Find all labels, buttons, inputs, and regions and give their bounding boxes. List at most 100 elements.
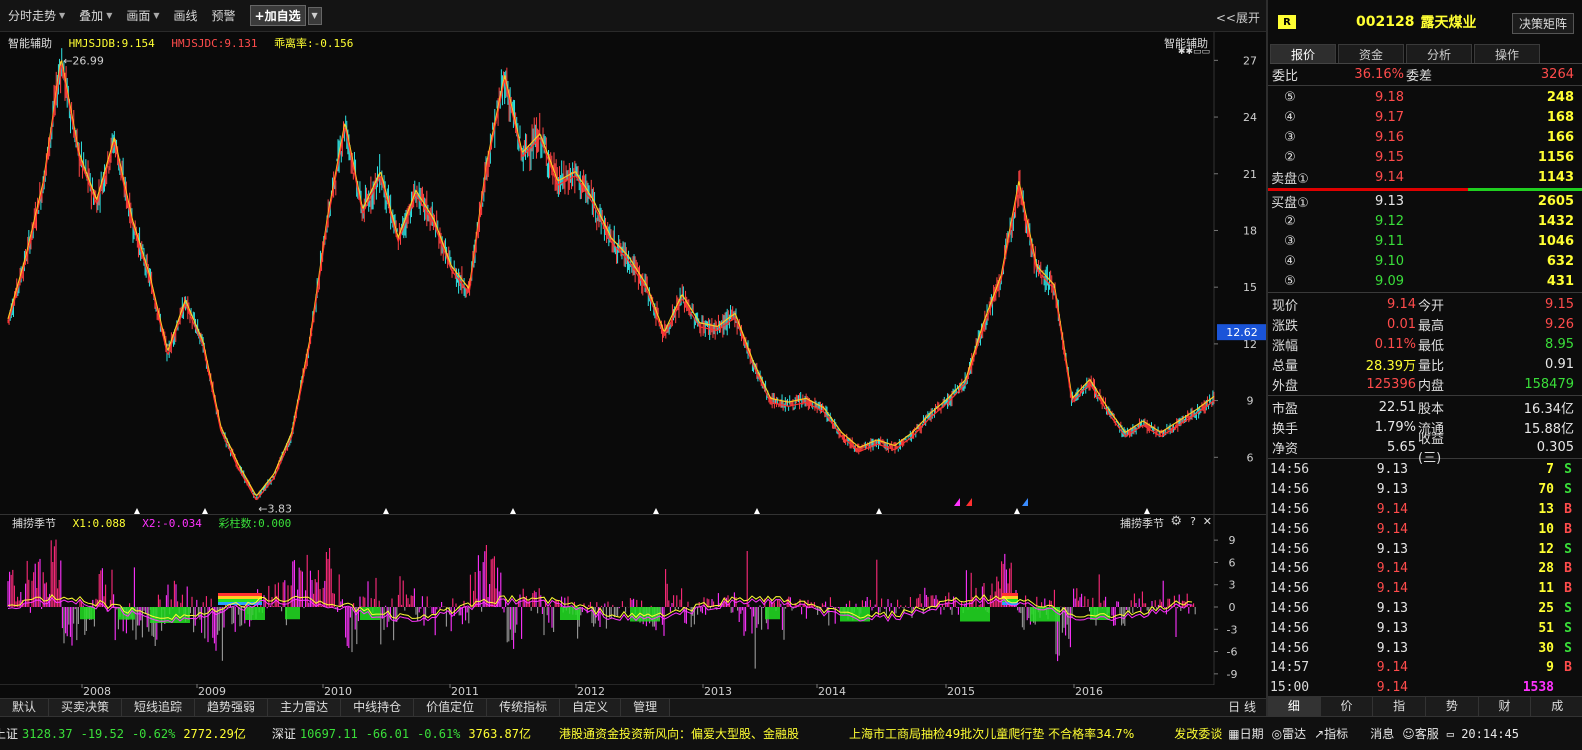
ask-row[interactable]: ④ 9.17 168	[1268, 107, 1582, 127]
tick-volume: 11	[1538, 581, 1554, 597]
fundamental-value: 22.51	[1378, 399, 1416, 415]
tab-custom[interactable]: 自定义	[560, 699, 622, 717]
service-button[interactable]: ☺客服	[1402, 725, 1439, 742]
tick-price: 9.13	[1376, 482, 1408, 498]
alert-button[interactable]: 预警	[212, 7, 236, 24]
message-button[interactable]: 消息	[1370, 725, 1394, 742]
buy-order-book: 买盘① 9.13 2605 ② 9.12 1432 ③ 9.11 1046 ④ 9.10 632 ⑤ 9.…	[1268, 191, 1582, 291]
tab-mid-hold[interactable]: 中线持仓	[341, 699, 415, 717]
quote-value: 125396	[1366, 376, 1416, 392]
add-favorite-dropdown[interactable]: ▼	[307, 6, 322, 25]
quote-value: 158479	[1524, 376, 1574, 392]
osc-rainbow-band	[1002, 593, 1018, 596]
sh-index-name[interactable]: 上证	[0, 725, 18, 742]
bid-price: 9.13	[1375, 193, 1404, 209]
ask-level: ③	[1284, 129, 1296, 145]
ask-volume: 1156	[1537, 149, 1574, 165]
tick-row: 14:56 9.13 25 S	[1268, 599, 1582, 619]
bid-level: ④	[1284, 253, 1296, 269]
news-ticker-1[interactable]: 港股通资金投资新风向：偏爱大型股、金融股	[559, 725, 799, 742]
oscillator-chart[interactable]: 捕捞季节 X1:0.088 X2:-0.034 彩柱数:0.000 捕捞季节 ⚙…	[0, 514, 1274, 685]
quote-label: 最高	[1418, 318, 1445, 334]
add-favorite-button[interactable]: +加自选	[249, 5, 306, 26]
tab-manage[interactable]: 管理	[621, 699, 671, 717]
sz-index-value: 10697.11	[299, 726, 358, 741]
quote-label: 涨幅	[1272, 338, 1299, 354]
tab-analysis[interactable]: 分析	[1406, 44, 1472, 63]
x-tick-label: 2008	[83, 685, 111, 698]
tab-value-position[interactable]: 价值定位	[414, 699, 488, 717]
y-tick-label: 9	[1247, 395, 1254, 408]
view-menu[interactable]: 画面 ▼	[126, 7, 159, 24]
expand-button[interactable]: <<展开	[1216, 9, 1260, 26]
stock-code: 002128	[1356, 14, 1415, 30]
tick-time: 14:56	[1270, 640, 1310, 656]
bid-row[interactable]: 买盘① 9.13 2605	[1268, 191, 1582, 211]
ask-row[interactable]: ⑤ 9.18 248	[1268, 87, 1582, 107]
tick-time: 14:56	[1270, 600, 1310, 616]
bid-row[interactable]: ③ 9.11 1046	[1268, 231, 1582, 251]
overlay-menu[interactable]: 叠加 ▼	[79, 7, 112, 24]
osc-green-block	[80, 607, 95, 620]
tab-short-track[interactable]: 短线追踪	[122, 699, 196, 717]
radar-button[interactable]: ◎雷达	[1272, 725, 1307, 742]
news-ticker-3[interactable]: 发改委谈	[1174, 725, 1222, 742]
y-tick-label: 21	[1243, 168, 1257, 181]
period-selector[interactable]: 日 线	[1228, 699, 1256, 716]
calendar-button[interactable]: ▦日期	[1228, 725, 1263, 742]
tab-capital[interactable]: 资金	[1338, 44, 1404, 63]
bid-row[interactable]: ② 9.12 1432	[1268, 211, 1582, 231]
ask-row[interactable]: ③ 9.16 166	[1268, 127, 1582, 147]
tick-price: 9.14	[1376, 660, 1408, 676]
tick-list: 14:56 9.13 7 S 14:56 9.13 70 S 14:56 9.14 13 B 14:56…	[1268, 460, 1582, 698]
tab-main-radar[interactable]: 主力雷达	[268, 699, 342, 717]
y-tick-label: 27	[1243, 54, 1257, 67]
ask-row[interactable]: ② 9.15 1156	[1268, 147, 1582, 167]
osc-green-block	[285, 607, 300, 620]
tab-trade-decision[interactable]: 买卖决策	[49, 699, 123, 717]
tick-volume: 9	[1546, 660, 1554, 676]
tab-quote[interactable]: 报价	[1270, 44, 1336, 63]
tick-time: 14:56	[1270, 462, 1310, 478]
ask-row[interactable]: 卖盘① 9.14 1143	[1268, 167, 1582, 187]
tick-price: 9.14	[1376, 581, 1408, 597]
indicator-tabs: 默认 买卖决策 短线追踪 趋势强弱 主力雷达 中线持仓 价值定位 传统指标 自定…	[0, 698, 1274, 717]
bid-row[interactable]: ④ 9.10 632	[1268, 251, 1582, 271]
chevron-down-icon: ▼	[106, 11, 113, 20]
bid-price: 9.12	[1375, 213, 1404, 229]
tab-traditional[interactable]: 传统指标	[487, 699, 561, 717]
bid-row[interactable]: ⑤ 9.09 431	[1268, 271, 1582, 291]
radar-icon: ◎	[1271, 727, 1283, 741]
tab-operation[interactable]: 操作	[1474, 44, 1540, 63]
tab-volume[interactable]: 成	[1531, 697, 1582, 716]
oscillator-canvas: 9 6 3 0 -3 -6 -9	[7, 515, 1237, 685]
tick-time: 14:56	[1270, 581, 1310, 597]
signal-flag	[954, 498, 960, 506]
ask-volume: 168	[1546, 109, 1574, 125]
tab-default[interactable]: 默认	[0, 699, 50, 717]
tab-price[interactable]: 价	[1321, 697, 1374, 716]
quote-value: 9.14	[1387, 296, 1416, 312]
draw-line-button[interactable]: 画线	[174, 7, 198, 24]
sell-order-book: ⑤ 9.18 248 ④ 9.17 168 ③ 9.16 166 ② 9.15 1156 卖盘① 9.14…	[1268, 87, 1582, 187]
sz-index-amount: 3763.87亿	[468, 727, 531, 741]
tick-time: 14:56	[1270, 521, 1310, 537]
indicator-button[interactable]: ↗指标	[1314, 725, 1348, 742]
tab-trend[interactable]: 势	[1426, 697, 1479, 716]
osc-green-block	[765, 607, 780, 620]
news-ticker-2[interactable]: 上海市工商局抽检49批次儿童爬行垫 不合格率34.7%	[849, 725, 1134, 742]
tick-volume: 30	[1538, 640, 1554, 656]
osc-y-tick-label: 3	[1229, 579, 1236, 592]
tab-index[interactable]: 指	[1373, 697, 1427, 716]
osc-y-tick-label: 0	[1229, 601, 1236, 614]
quote-row: 涨跌 0.01 最高 9.26	[1268, 314, 1582, 334]
price-chart[interactable]: 智能辅助 HMJSJDB:9.154 HMJSJDC:9.131 乖离率:-0.…	[0, 32, 1274, 514]
x-tick-label: 2014	[818, 685, 846, 698]
sz-index-name[interactable]: 深证	[272, 725, 296, 742]
tab-finance[interactable]: 财	[1479, 697, 1532, 716]
intraday-menu[interactable]: 分时走势 ▼	[8, 7, 65, 24]
tab-trend-strength[interactable]: 趋势强弱	[195, 699, 269, 717]
quote-label: 内盘	[1418, 378, 1445, 394]
decision-matrix-button[interactable]: 决策矩阵	[1511, 13, 1574, 34]
tab-detail[interactable]: 细	[1268, 697, 1321, 716]
